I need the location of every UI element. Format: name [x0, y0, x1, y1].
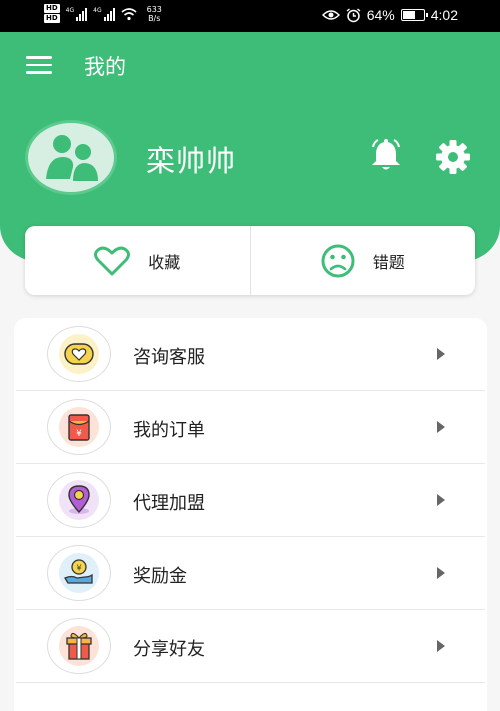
- signal-type-1: 4G: [65, 6, 75, 14]
- network-speed: 633 B/s: [147, 5, 162, 23]
- menu-icon-wrap: [47, 326, 111, 382]
- battery-icon: [400, 9, 428, 21]
- wrong-questions-button[interactable]: 错题: [249, 226, 476, 295]
- menu-label: 我的订单: [133, 420, 205, 441]
- menu-item-reward[interactable]: ¥ 奖励金: [16, 537, 485, 610]
- menu-list: 咨询客服 ¥ 我的订单 代理加盟 ¥ 奖励金 分享好友: [14, 318, 487, 711]
- signal-icon: 4G: [65, 6, 88, 21]
- red-envelope-icon: ¥: [59, 407, 99, 447]
- gift-icon: [59, 626, 99, 666]
- speed-value: 633: [146, 4, 162, 14]
- chevron-right-icon: [437, 494, 445, 506]
- status-left: HD HD 4G 4G 633 B/s: [44, 4, 162, 23]
- battery-percent: 64%: [366, 7, 395, 23]
- menu-item-agent-franchise[interactable]: 代理加盟: [16, 464, 485, 537]
- chevron-right-icon: [437, 421, 445, 433]
- menu-icon[interactable]: [26, 56, 52, 74]
- location-pin-icon: [59, 480, 99, 520]
- hd-label-1: HD: [44, 4, 60, 13]
- menu-icon-wrap: [47, 472, 111, 528]
- sad-face-icon: [321, 244, 355, 277]
- menu-icon-wrap: ¥: [47, 399, 111, 455]
- clock: 4:02: [430, 7, 458, 23]
- chevron-right-icon: [437, 567, 445, 579]
- menu-label: 咨询客服: [133, 347, 205, 368]
- status-bar: HD HD 4G 4G 633 B/s 64% 4:02: [0, 0, 500, 32]
- menu-icon-wrap: ¥: [47, 545, 111, 601]
- signal-type-2: 4G: [93, 6, 102, 14]
- status-right: 64% 4:02: [321, 7, 458, 23]
- favorites-label: 收藏: [148, 252, 181, 272]
- speed-unit: B/s: [148, 13, 161, 23]
- menu-label: 奖励金: [133, 566, 187, 587]
- chevron-right-icon: [437, 640, 445, 652]
- username: 栾帅帅: [146, 144, 237, 178]
- alarm-icon: [346, 7, 361, 22]
- page-title: 我的: [84, 55, 126, 79]
- battery-fill: [402, 11, 415, 19]
- gear-icon[interactable]: [434, 138, 472, 176]
- menu-item-my-orders[interactable]: ¥ 我的订单: [16, 391, 485, 464]
- hd-label-2: HD: [44, 14, 60, 23]
- menu-label: 代理加盟: [133, 493, 205, 514]
- hd-indicator: HD HD: [44, 4, 60, 23]
- menu-label: 分享好友: [133, 639, 205, 660]
- favorites-button[interactable]: 收藏: [25, 226, 250, 295]
- avatar-user-icon: [46, 134, 98, 181]
- bell-icon[interactable]: [368, 138, 404, 174]
- avatar[interactable]: [25, 120, 117, 195]
- money-hand-icon: ¥: [59, 553, 99, 593]
- menu-icon-wrap: [47, 618, 111, 674]
- quick-actions-card: 收藏 错题: [25, 226, 475, 295]
- svg-text:¥: ¥: [76, 564, 81, 573]
- menu-item-share-friends[interactable]: 分享好友: [16, 610, 485, 683]
- svg-text:¥: ¥: [76, 429, 82, 439]
- chevron-right-icon: [437, 348, 445, 360]
- heart-chat-icon: [59, 334, 99, 374]
- eye-icon: [321, 10, 340, 20]
- wrong-questions-label: 错题: [372, 252, 405, 272]
- signal-icon-2: 4G: [93, 6, 115, 21]
- menu-item-customer-service[interactable]: 咨询客服: [16, 318, 485, 391]
- wifi-icon: [121, 7, 137, 20]
- heart-icon: [94, 246, 131, 275]
